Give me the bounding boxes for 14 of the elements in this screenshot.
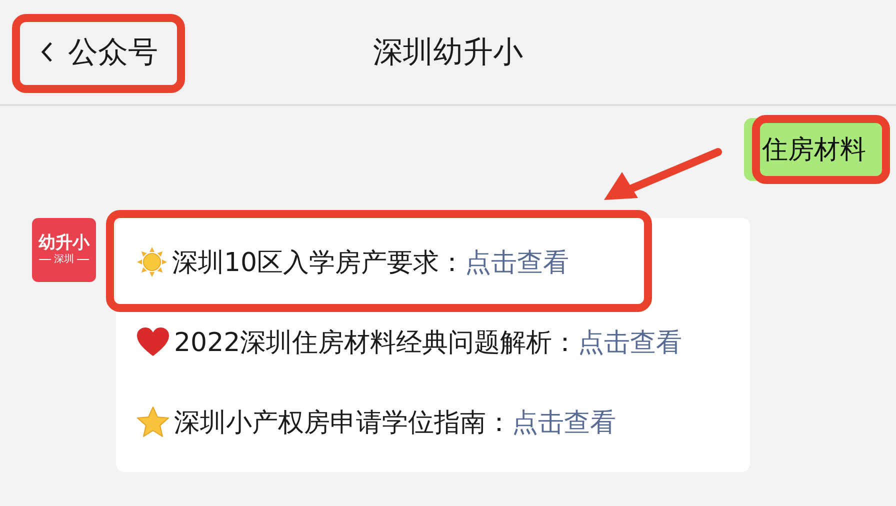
- view-link[interactable]: 点击查看: [578, 324, 682, 360]
- article-title: 2022深圳住房材料经典问题解析：: [174, 326, 578, 360]
- chevron-left-icon: [40, 40, 54, 64]
- view-link[interactable]: 点击查看: [512, 404, 616, 440]
- star-icon: [136, 406, 170, 438]
- sun-icon: [136, 246, 168, 278]
- back-button[interactable]: 公众号: [40, 32, 158, 72]
- heart-icon: [136, 326, 170, 358]
- view-link[interactable]: 点击查看: [465, 244, 570, 280]
- article-title: 深圳小产权房申请学位指南：: [174, 406, 512, 440]
- avatar-title: 幼升小: [38, 234, 90, 252]
- avatar-subtitle: 深圳: [39, 252, 89, 266]
- article-title: 深圳10区入学房产要求：: [172, 246, 466, 280]
- window-title: 深圳幼升小: [373, 34, 523, 72]
